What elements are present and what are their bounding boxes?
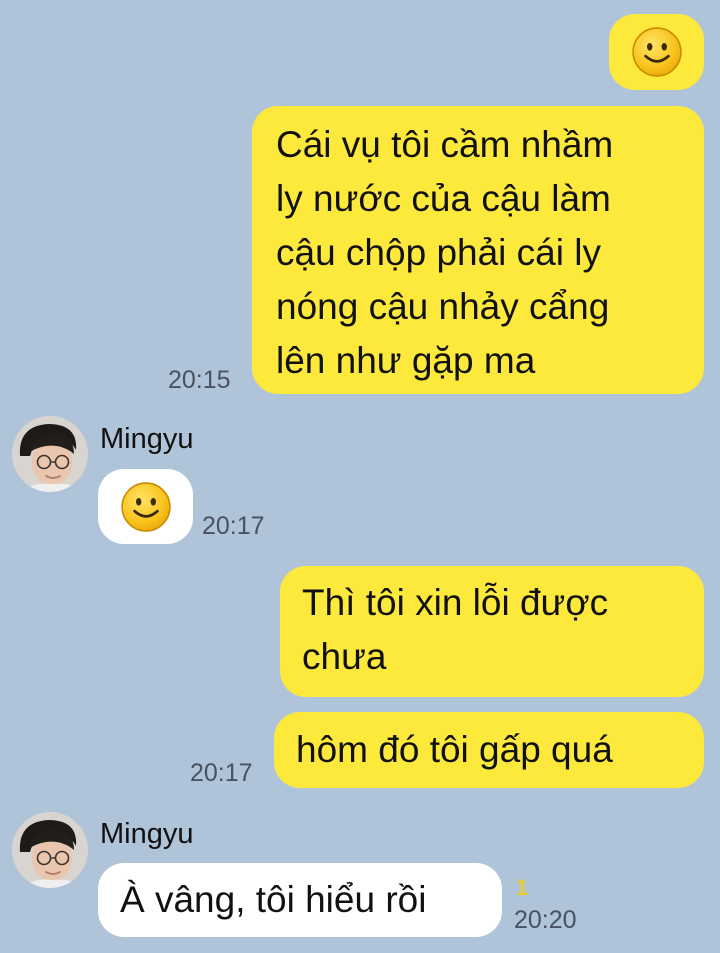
outgoing-message-bubble[interactable]: Cái vụ tôi cầm nhầm ly nước của cậu làm … — [252, 106, 704, 394]
unread-count-badge: 1 — [516, 875, 529, 900]
outgoing-message-bubble[interactable]: Thì tôi xin lỗi được chưa — [280, 566, 704, 697]
sender-name: Mingyu — [100, 423, 194, 455]
message-text: Thì tôi xin lỗi được chưa — [302, 582, 609, 677]
profile-photo — [12, 416, 88, 492]
incoming-emoji-bubble[interactable] — [98, 469, 193, 544]
message-time: 20:15 — [168, 366, 231, 394]
outgoing-message-bubble[interactable]: hôm đó tôi gấp quá — [274, 712, 704, 788]
avatar[interactable] — [12, 812, 88, 888]
profile-photo — [12, 812, 88, 888]
incoming-message-bubble[interactable]: À vâng, tôi hiểu rồi — [98, 863, 502, 937]
slightly-smiling-face-icon — [120, 481, 172, 533]
avatar[interactable] — [12, 416, 88, 492]
message-text: hôm đó tôi gấp quá — [296, 729, 613, 770]
slightly-smiling-face-icon — [631, 26, 683, 78]
message-time: 20:17 — [190, 759, 253, 787]
message-time: 20:17 — [202, 512, 265, 540]
message-time: 20:20 — [514, 906, 577, 934]
sender-name: Mingyu — [100, 818, 194, 850]
message-text: À vâng, tôi hiểu rồi — [120, 879, 427, 920]
message-text: Cái vụ tôi cầm nhầm ly nước của cậu làm … — [276, 124, 614, 381]
outgoing-emoji-bubble[interactable] — [609, 14, 704, 90]
